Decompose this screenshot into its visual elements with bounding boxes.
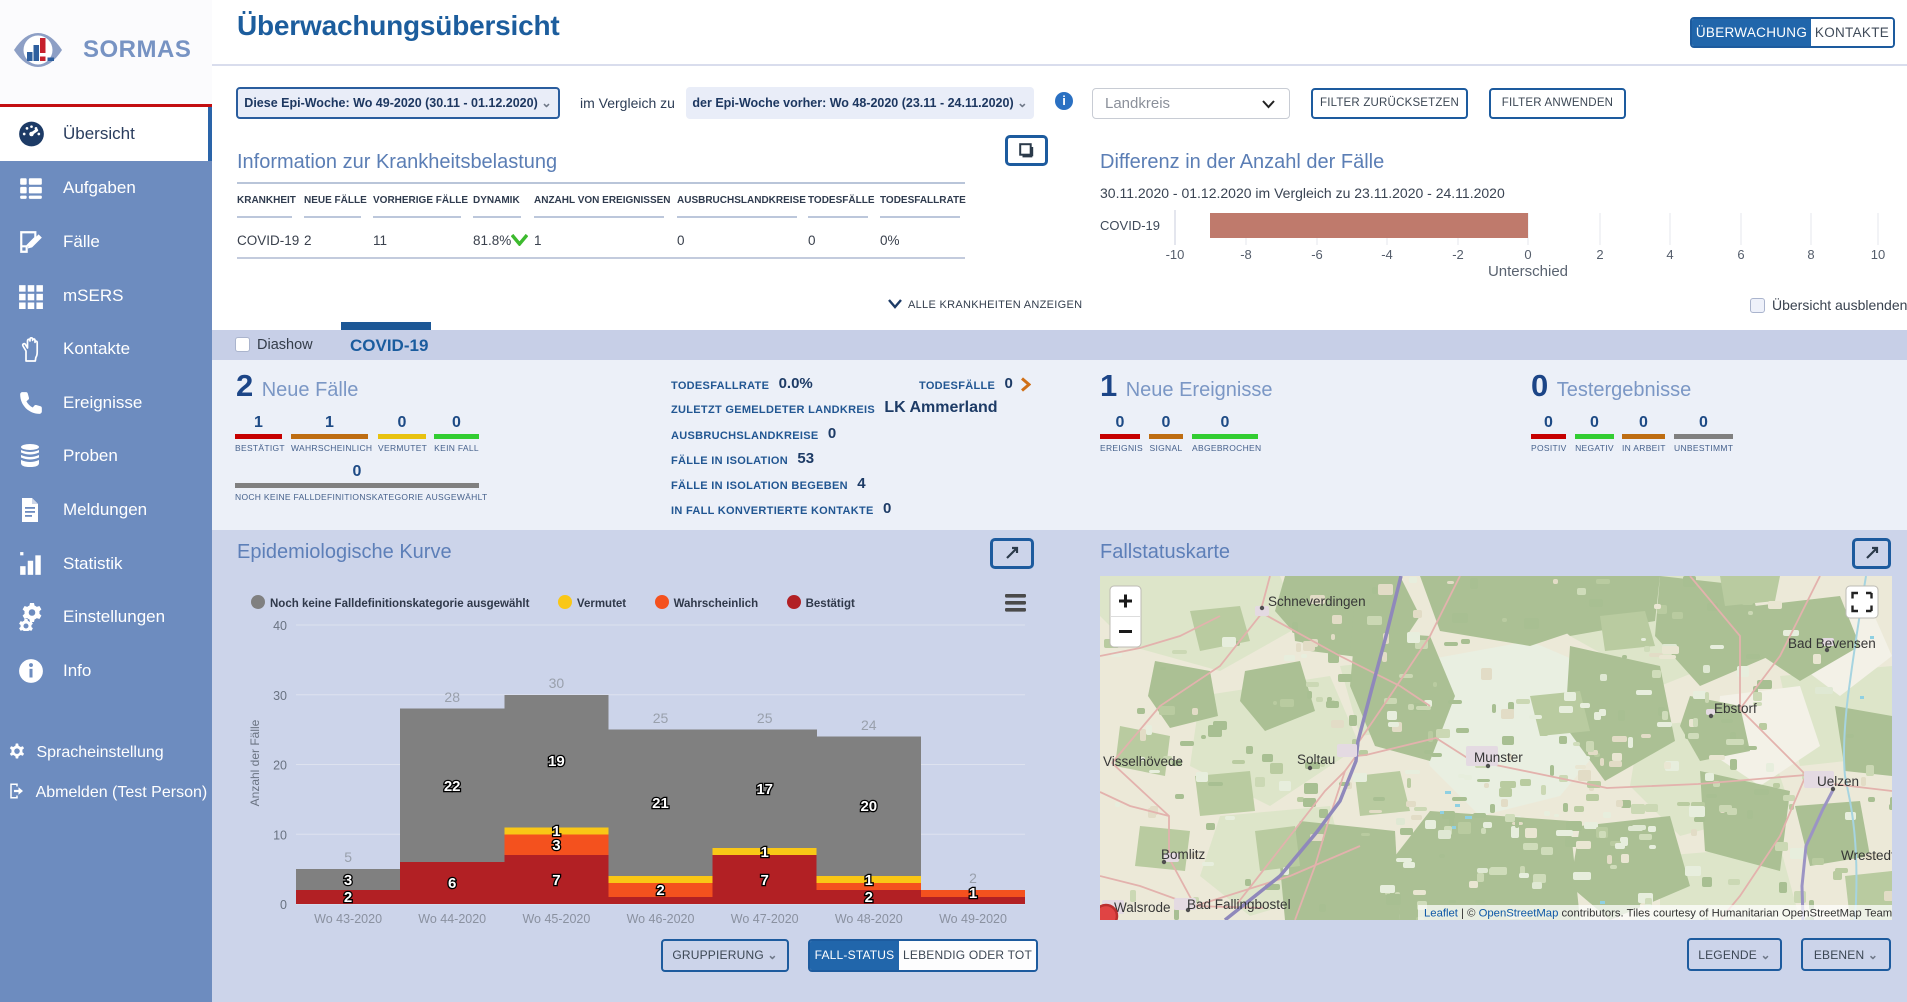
svg-text:Wo 44-2020: Wo 44-2020 bbox=[418, 912, 486, 926]
svg-text:7: 7 bbox=[761, 872, 769, 889]
svg-text:40: 40 bbox=[273, 619, 287, 633]
svg-text:17: 17 bbox=[756, 781, 773, 798]
svg-text:Wo 47-2020: Wo 47-2020 bbox=[731, 912, 799, 926]
svg-text:Wo 48-2020: Wo 48-2020 bbox=[835, 912, 903, 926]
svg-text:Munster: Munster bbox=[1474, 750, 1523, 765]
svg-text:5: 5 bbox=[344, 849, 352, 865]
svg-text:Wo 49-2020: Wo 49-2020 bbox=[939, 912, 1007, 926]
svg-text:Uelzen: Uelzen bbox=[1817, 774, 1859, 789]
svg-text:COVID-19: COVID-19 bbox=[1100, 218, 1160, 233]
svg-text:Wo 43-2020: Wo 43-2020 bbox=[314, 912, 382, 926]
svg-text:4: 4 bbox=[1666, 247, 1673, 262]
svg-text:Leaflet | © OpenStreetMap cont: Leaflet | © OpenStreetMap contributors. … bbox=[1424, 908, 1892, 920]
svg-text:0: 0 bbox=[280, 898, 287, 912]
svg-text:-6: -6 bbox=[1311, 247, 1323, 262]
svg-text:-8: -8 bbox=[1240, 247, 1252, 262]
svg-text:Wrestedt: Wrestedt bbox=[1841, 848, 1892, 863]
svg-text:Bad Fallingbostel: Bad Fallingbostel bbox=[1187, 897, 1291, 912]
svg-text:3: 3 bbox=[344, 872, 352, 889]
svg-text:Schneverdingen: Schneverdingen bbox=[1268, 594, 1366, 609]
svg-text:0: 0 bbox=[1524, 247, 1531, 262]
svg-text:28: 28 bbox=[444, 689, 460, 705]
svg-text:Ebstorf: Ebstorf bbox=[1714, 701, 1757, 716]
svg-text:-2: -2 bbox=[1452, 247, 1464, 262]
svg-text:2: 2 bbox=[969, 870, 977, 886]
svg-text:25: 25 bbox=[653, 710, 669, 726]
svg-text:Bomlitz: Bomlitz bbox=[1161, 847, 1206, 862]
svg-text:22: 22 bbox=[444, 778, 461, 795]
svg-text:21: 21 bbox=[652, 795, 669, 812]
svg-text:7: 7 bbox=[552, 872, 560, 889]
svg-text:10: 10 bbox=[273, 828, 287, 842]
svg-text:Wo 45-2020: Wo 45-2020 bbox=[522, 912, 590, 926]
svg-text:Visselhövede: Visselhövede bbox=[1103, 754, 1183, 769]
svg-text:Unterschied: Unterschied bbox=[1488, 263, 1568, 280]
svg-text:3: 3 bbox=[552, 837, 560, 854]
svg-text:Bad Bevensen: Bad Bevensen bbox=[1788, 636, 1876, 651]
svg-text:30: 30 bbox=[273, 689, 287, 703]
svg-text:Soltau: Soltau bbox=[1297, 752, 1335, 767]
svg-text:6: 6 bbox=[448, 875, 456, 892]
svg-text:10: 10 bbox=[1871, 247, 1885, 262]
svg-text:-4: -4 bbox=[1381, 247, 1393, 262]
svg-text:20: 20 bbox=[860, 798, 877, 815]
svg-text:1: 1 bbox=[761, 844, 769, 861]
svg-text:-10: -10 bbox=[1166, 247, 1185, 262]
svg-text:25: 25 bbox=[757, 710, 773, 726]
svg-text:6: 6 bbox=[1737, 247, 1744, 262]
svg-text:2: 2 bbox=[1596, 247, 1603, 262]
svg-text:2: 2 bbox=[344, 889, 352, 906]
svg-text:8: 8 bbox=[1807, 247, 1814, 262]
svg-text:20: 20 bbox=[273, 759, 287, 773]
svg-text:Walsrode: Walsrode bbox=[1114, 900, 1171, 915]
svg-text:24: 24 bbox=[861, 717, 877, 733]
svg-text:19: 19 bbox=[548, 753, 565, 770]
svg-text:1: 1 bbox=[865, 872, 873, 889]
svg-text:2: 2 bbox=[656, 882, 664, 899]
svg-text:1: 1 bbox=[969, 885, 977, 902]
svg-text:30: 30 bbox=[549, 675, 565, 691]
svg-text:Wo 46-2020: Wo 46-2020 bbox=[627, 912, 695, 926]
svg-text:2: 2 bbox=[865, 889, 873, 906]
svg-text:Anzahl der Fälle: Anzahl der Fälle bbox=[248, 719, 262, 806]
